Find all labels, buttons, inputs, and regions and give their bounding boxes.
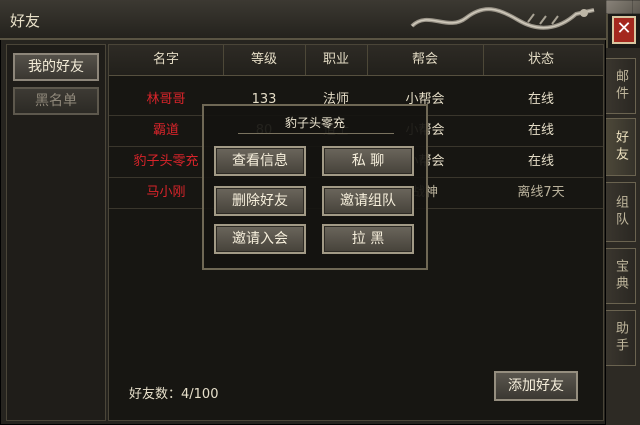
invite-team-button[interactable]: 邀请组队	[322, 186, 414, 216]
header-level: 等级	[223, 45, 306, 75]
header-guild: 帮会	[367, 45, 484, 75]
side-tab-mail[interactable]: 邮件	[606, 58, 636, 114]
delete-friend-button[interactable]: 删除好友	[214, 186, 306, 216]
title-bar[interactable]: 好友	[0, 0, 606, 40]
tab-my-friends[interactable]: 我的好友	[13, 53, 99, 81]
side-tab-guide[interactable]: 宝典	[606, 248, 636, 304]
invite-guild-button[interactable]: 邀请入会	[214, 224, 306, 254]
left-panel: 我的好友 黑名单	[6, 44, 106, 421]
friend-status: 离线7天	[517, 185, 565, 200]
add-friend-button[interactable]: 添加好友	[494, 371, 578, 401]
view-info-button[interactable]: 查看信息	[214, 146, 306, 176]
friend-status: 在线	[527, 154, 554, 169]
block-button[interactable]: 拉 黑	[322, 224, 414, 254]
header-status: 状态	[527, 52, 554, 67]
context-menu-title: 豹子头零充	[284, 116, 345, 130]
close-button[interactable]: ✕	[612, 16, 636, 44]
side-tab-friends[interactable]: 好友	[606, 118, 636, 176]
friend-status: 在线	[527, 92, 554, 107]
friend-context-menu: 豹子头零充 查看信息 私 聊 删除好友 邀请组队 邀请入会 拉 黑	[202, 104, 428, 270]
stone-border	[606, 0, 640, 14]
tab-blacklist[interactable]: 黑名单	[13, 87, 99, 115]
header-job: 职业	[305, 45, 368, 75]
friend-count: 好友数：4/100	[129, 387, 219, 402]
header-name: 名字	[109, 45, 224, 75]
side-tab-assistant[interactable]: 助手	[606, 310, 636, 366]
friends-window: 好友 我的好友 黑名单 名字 等级 职业 帮会 状态 林哥哥 133 法师 小帮…	[0, 0, 608, 425]
table-header: 名字 等级 职业 帮会 状态	[109, 45, 603, 76]
private-chat-button[interactable]: 私 聊	[322, 146, 414, 176]
side-tab-team[interactable]: 组队	[606, 182, 636, 242]
window-title: 好友	[10, 12, 41, 30]
divider	[238, 133, 394, 134]
friend-status: 在线	[527, 123, 554, 138]
dragon-ornament-icon	[410, 7, 595, 30]
